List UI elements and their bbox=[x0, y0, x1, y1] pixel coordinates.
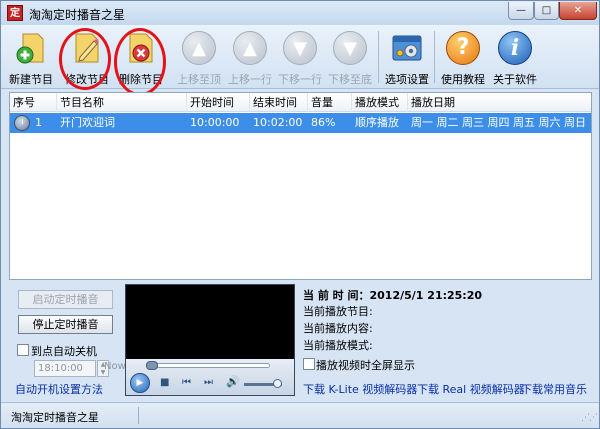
toolbar-separator bbox=[434, 31, 435, 83]
column-header[interactable]: 序号 bbox=[10, 93, 57, 112]
annotation-circle bbox=[59, 28, 111, 90]
window-title: 淘淘定时播音之星 bbox=[29, 8, 126, 22]
settings-button[interactable]: 选项设置 bbox=[381, 29, 433, 87]
auto-shutdown-checkbox[interactable] bbox=[17, 344, 29, 356]
toolbar-separator bbox=[378, 31, 379, 83]
move-bottom-icon: ▼ bbox=[333, 31, 367, 65]
current-program-label: 当前播放节目: bbox=[303, 305, 373, 318]
column-header[interactable]: 结束时间 bbox=[250, 93, 308, 112]
previous-icon[interactable]: ⏮ bbox=[182, 377, 191, 388]
column-header[interactable]: 播放模式 bbox=[352, 93, 408, 112]
row-name: 开门欢迎词 bbox=[60, 116, 115, 129]
app-icon: 定 bbox=[7, 5, 23, 21]
annotation-circle bbox=[114, 28, 166, 96]
row-volume: 86% bbox=[311, 116, 336, 129]
stop-broadcast-button[interactable]: 停止定时播音 bbox=[18, 315, 113, 334]
maximize-button[interactable]: □ bbox=[534, 2, 559, 20]
start-broadcast-button[interactable]: 启动定时播音 bbox=[18, 290, 113, 309]
seek-thumb[interactable] bbox=[146, 361, 158, 370]
app-window: 定 淘淘定时播音之星 — □ ✕ 新建节目 修改节目 删除节目 ▲ 上移至顶 ▲… bbox=[0, 0, 600, 429]
help-icon: ? bbox=[446, 31, 480, 65]
close-button[interactable]: ✕ bbox=[559, 2, 597, 20]
current-time-label: 当 前 时 间： bbox=[303, 289, 370, 302]
tutorial-label: 使用教程 bbox=[441, 73, 485, 86]
new-program-button[interactable]: 新建节目 bbox=[5, 29, 57, 87]
resize-grip[interactable]: ⋰⋰ bbox=[581, 413, 598, 423]
info-icon: i bbox=[498, 31, 532, 65]
volume-icon[interactable]: 🔊 bbox=[226, 375, 240, 388]
move-down-icon: ▼ bbox=[283, 31, 317, 65]
download-real-link[interactable]: 下载 Real 视频解码器 bbox=[417, 381, 525, 397]
row-days: 周一 周二 周三 周四 周五 周六 周日 bbox=[411, 116, 586, 129]
status-separator bbox=[138, 407, 139, 424]
new-program-icon bbox=[16, 33, 44, 64]
move-up-icon: ▲ bbox=[233, 31, 267, 65]
current-time-row: 当 前 时 间：2012/5/1 21:25:20 bbox=[303, 287, 482, 303]
settings-icon bbox=[392, 35, 422, 61]
current-mode-label: 当前播放模式: bbox=[303, 339, 373, 352]
current-time-value: 2012/5/1 21:25:20 bbox=[369, 289, 483, 302]
video-player[interactable]: ▶ ■ ⏮ ⏭ 🔊 bbox=[125, 284, 295, 396]
column-header[interactable]: 播放日期 bbox=[408, 93, 591, 112]
list-header: 序号 节目名称 开始时间 结束时间 音量 播放模式 播放日期 bbox=[10, 93, 591, 112]
download-klite-link[interactable]: 下载 K-Lite 视频解码器 bbox=[303, 381, 417, 397]
move-top-button[interactable]: ▲ 上移至顶 bbox=[172, 29, 226, 87]
about-label: 关于软件 bbox=[493, 73, 537, 86]
download-music-link[interactable]: 下载常用音乐 bbox=[521, 381, 587, 397]
move-top-icon: ▲ bbox=[182, 31, 216, 65]
now-label[interactable]: Now bbox=[104, 361, 126, 372]
auto-boot-settings-link[interactable]: 自动开机设置方法 bbox=[15, 381, 103, 397]
program-list[interactable]: 序号 节目名称 开始时间 结束时间 音量 播放模式 播放日期 1 开门欢迎词 1… bbox=[9, 92, 592, 280]
move-bottom-button[interactable]: ▼ 下移至底 bbox=[323, 29, 377, 87]
table-row[interactable]: 1 开门欢迎词 10:00:00 10:02:00 86% 顺序播放 周一 周二… bbox=[10, 113, 591, 133]
column-header[interactable]: 音量 bbox=[308, 93, 352, 112]
status-bar: 淘淘定时播音之星 ⋰⋰ bbox=[1, 402, 599, 428]
row-index: 1 bbox=[35, 116, 42, 129]
shutdown-time-input[interactable]: 18:10:00 bbox=[34, 360, 96, 377]
status-text: 淘淘定时播音之星 bbox=[11, 411, 99, 424]
stop-icon[interactable]: ■ bbox=[160, 377, 169, 388]
move-bottom-label: 下移至底 bbox=[328, 73, 372, 86]
settings-label: 选项设置 bbox=[385, 73, 429, 86]
fullscreen-label: 播放视频时全屏显示 bbox=[316, 359, 415, 372]
about-button[interactable]: i 关于软件 bbox=[489, 29, 541, 87]
move-up-button[interactable]: ▲ 上移一行 bbox=[223, 29, 277, 87]
row-end-time: 10:02:00 bbox=[253, 116, 303, 129]
player-controls: ▶ ■ ⏮ ⏭ 🔊 bbox=[126, 359, 294, 395]
row-start-time: 10:00:00 bbox=[190, 116, 240, 129]
move-down-button[interactable]: ▼ 下移一行 bbox=[273, 29, 327, 87]
auto-shutdown-label: 到点自动关机 bbox=[31, 345, 97, 358]
clock-icon bbox=[14, 115, 30, 131]
tutorial-button[interactable]: ? 使用教程 bbox=[437, 29, 489, 87]
next-icon[interactable]: ⏭ bbox=[204, 377, 213, 388]
new-program-label: 新建节目 bbox=[9, 73, 53, 86]
column-header[interactable]: 节目名称 bbox=[57, 93, 187, 112]
play-button[interactable]: ▶ bbox=[130, 373, 150, 393]
fullscreen-checkbox[interactable] bbox=[303, 358, 315, 370]
move-down-label: 下移一行 bbox=[278, 73, 322, 86]
current-content-label: 当前播放内容: bbox=[303, 322, 373, 335]
title-bar[interactable]: 定 淘淘定时播音之星 — □ ✕ bbox=[1, 1, 599, 25]
move-up-label: 上移一行 bbox=[228, 73, 272, 86]
move-top-label: 上移至顶 bbox=[177, 73, 221, 86]
volume-thumb[interactable] bbox=[273, 379, 282, 388]
seek-bar[interactable] bbox=[148, 363, 270, 368]
minimize-button[interactable]: — bbox=[508, 2, 534, 20]
column-header[interactable]: 开始时间 bbox=[187, 93, 250, 112]
row-mode: 顺序播放 bbox=[355, 116, 399, 129]
